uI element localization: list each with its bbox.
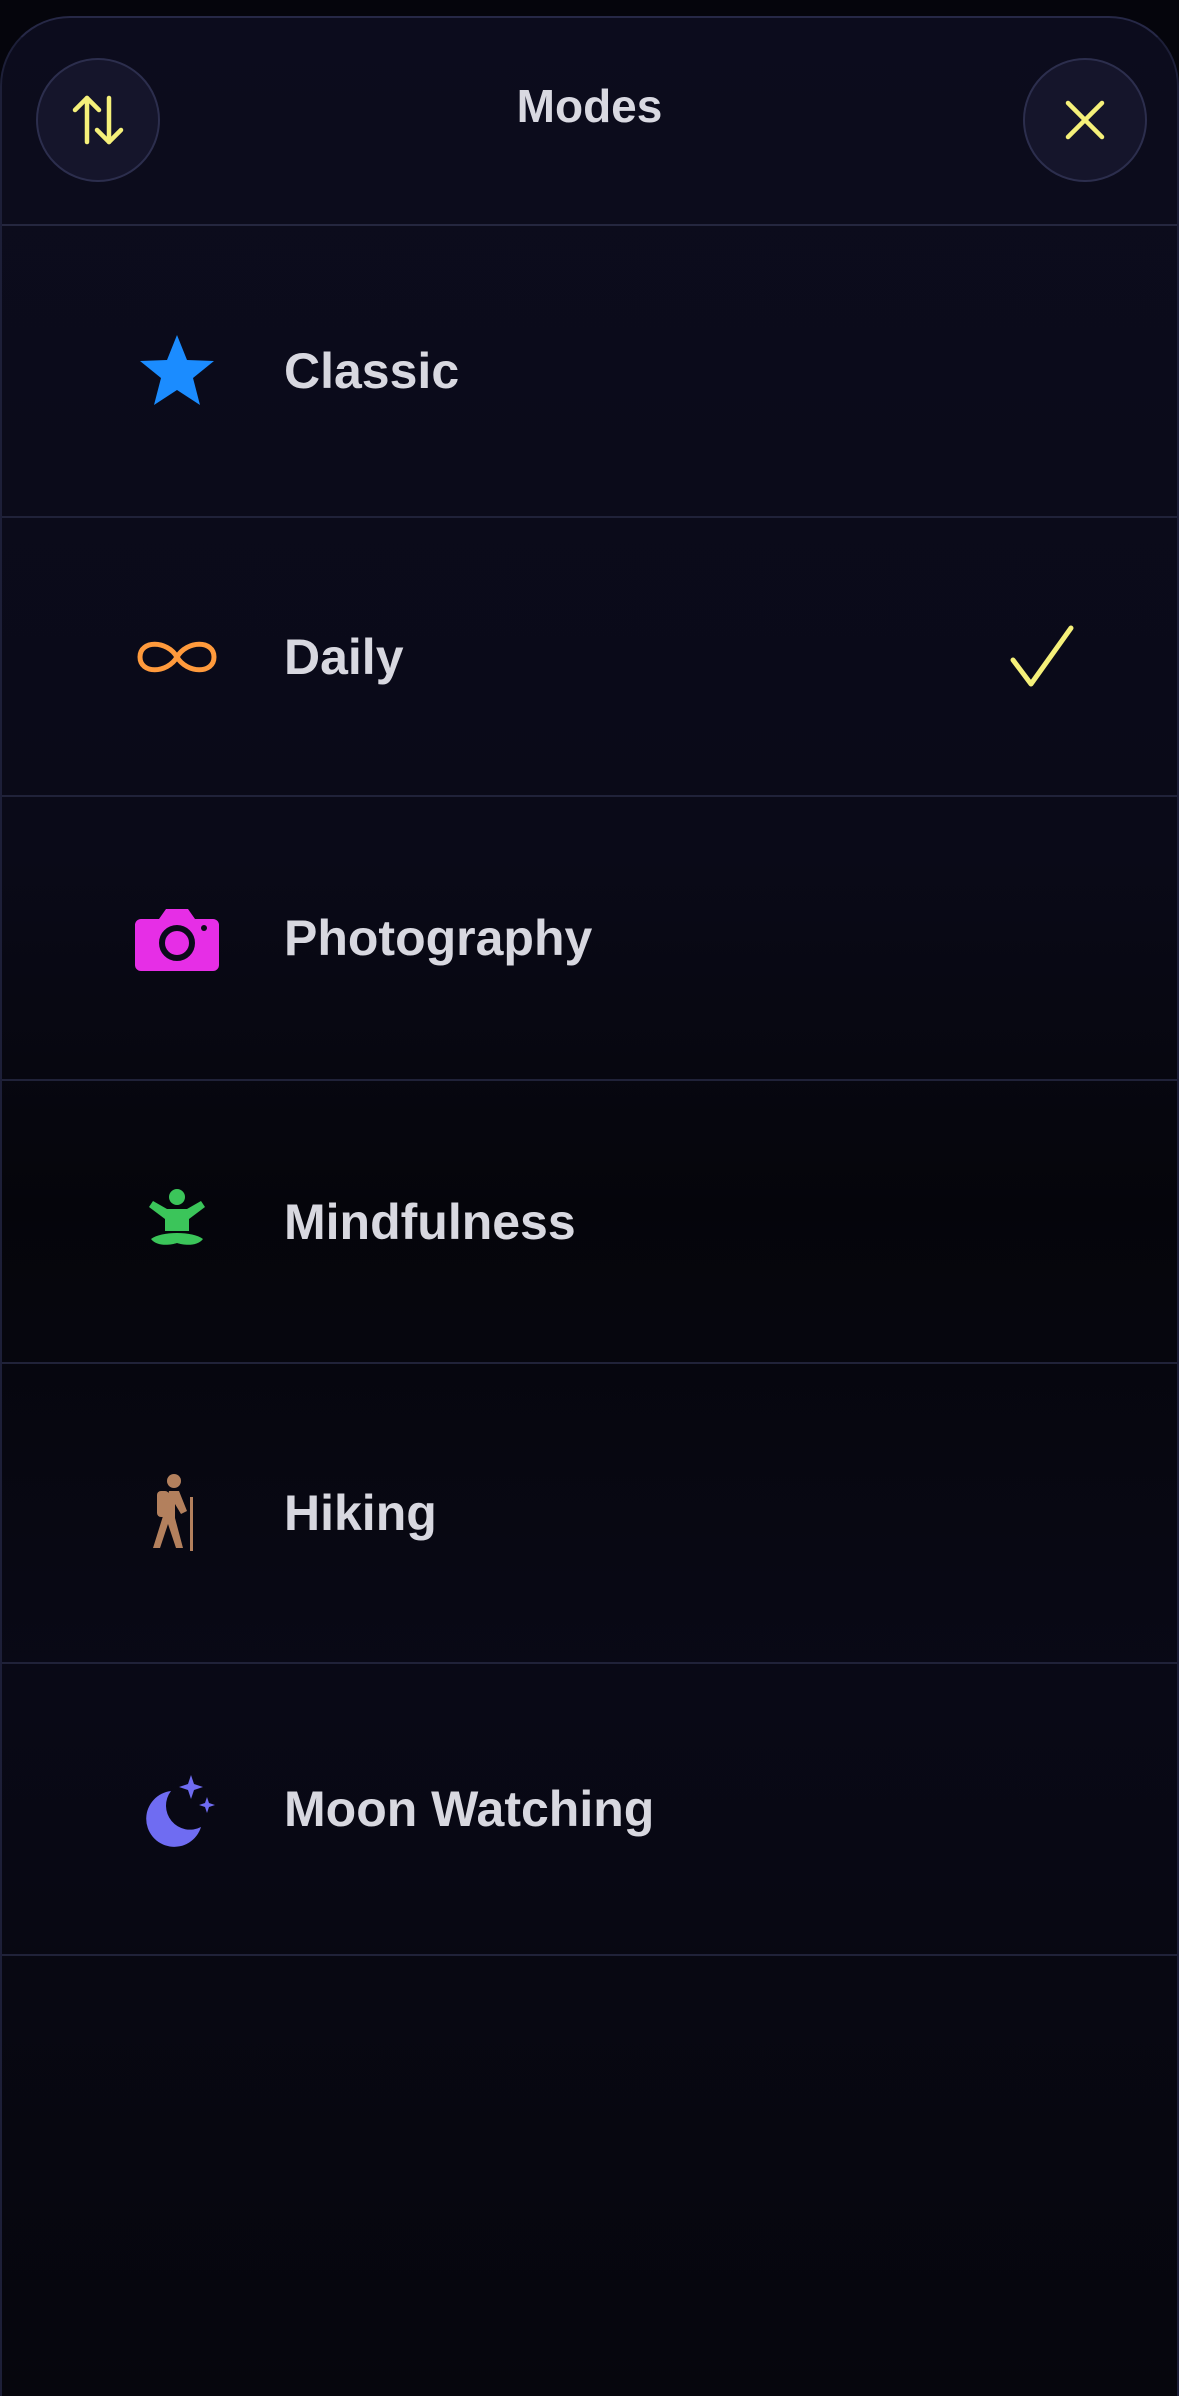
moon-stars-icon — [132, 1764, 222, 1854]
modes-sheet: Modes Classic Daily Photography Mindfuln… — [0, 16, 1179, 2396]
mode-row-hiking[interactable]: Hiking — [2, 1364, 1177, 1664]
sort-button[interactable] — [36, 58, 160, 182]
mode-label: Classic — [284, 343, 460, 399]
sort-arrows-icon — [72, 95, 124, 145]
mode-label: Mindfulness — [284, 1193, 576, 1250]
mode-label: Daily — [284, 628, 404, 685]
mode-label: Moon Watching — [284, 1781, 655, 1837]
close-button[interactable] — [1023, 58, 1147, 182]
mode-row-photography[interactable]: Photography — [2, 797, 1177, 1081]
star-icon — [132, 326, 222, 416]
modes-list: Classic Daily Photography Mindfulness Hi… — [2, 226, 1177, 1956]
infinity-icon — [132, 612, 222, 702]
mode-row-classic[interactable]: Classic — [2, 226, 1177, 518]
hiker-icon — [132, 1468, 222, 1558]
meditation-icon — [132, 1177, 222, 1267]
checkmark-icon — [1010, 625, 1074, 686]
mode-label: Hiking — [284, 1485, 437, 1541]
page-title: Modes — [516, 80, 663, 132]
mode-row-daily[interactable]: Daily — [2, 518, 1177, 797]
close-icon — [1065, 100, 1105, 140]
mode-row-moon-watching[interactable]: Moon Watching — [2, 1664, 1177, 1956]
sheet-header: Modes — [2, 18, 1177, 226]
mode-row-mindfulness[interactable]: Mindfulness — [2, 1081, 1177, 1364]
camera-icon — [132, 893, 222, 983]
mode-label: Photography — [284, 910, 593, 966]
